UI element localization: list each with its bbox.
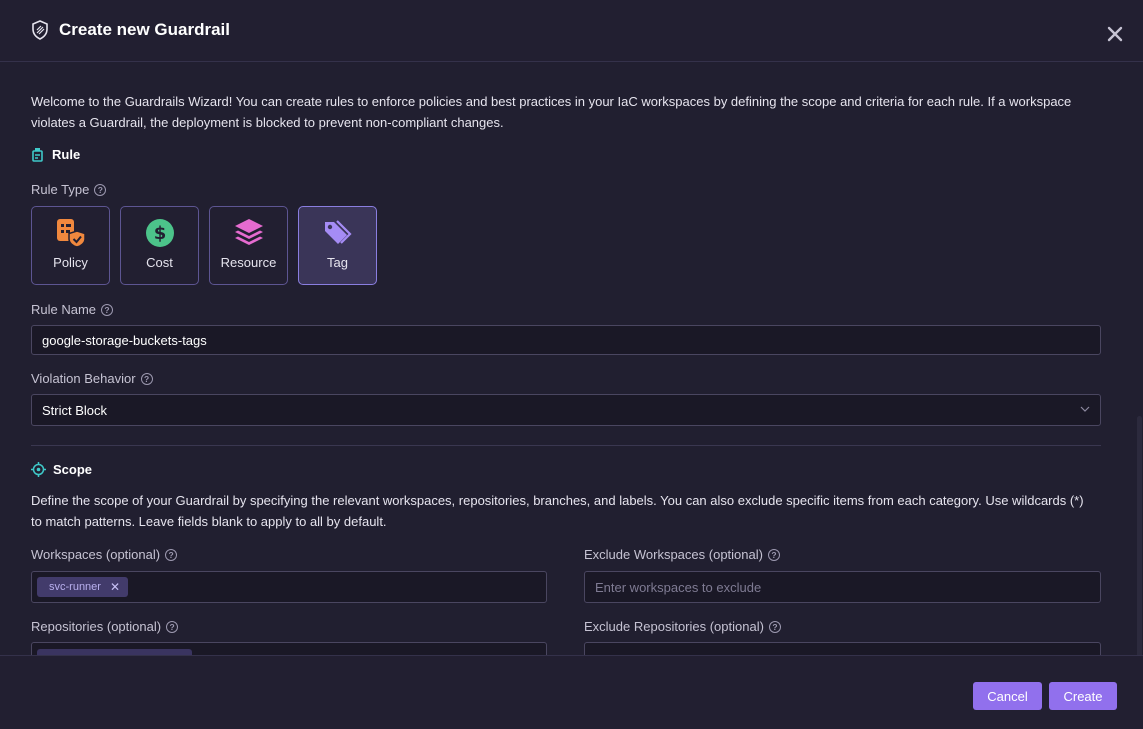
violation-behavior-select[interactable]: Strict Block [31, 394, 1101, 426]
repositories-input[interactable] [31, 642, 547, 655]
help-icon[interactable]: ? [94, 183, 107, 196]
rule-title-text: Rule [52, 147, 81, 162]
exclude-workspaces-label: Exclude Workspaces (optional) ? [584, 547, 780, 562]
violation-behavior-value: Strict Block [42, 402, 108, 418]
rule-type-label-text: Rule Type [31, 182, 90, 197]
workspaces-input[interactable]: svc-runner ✕ [31, 571, 547, 603]
remove-chip-icon[interactable]: ✕ [110, 580, 120, 594]
scrollbar[interactable] [1137, 416, 1142, 655]
help-icon[interactable]: ? [768, 620, 781, 633]
exclude-repositories-input[interactable] [584, 642, 1101, 655]
exclude-workspaces-input[interactable]: Enter workspaces to exclude [584, 571, 1101, 603]
rule-section-title: Rule [31, 147, 80, 162]
scope-section-title: Scope [31, 462, 92, 477]
exclude-repositories-label-text: Exclude Repositories (optional) [584, 619, 764, 634]
help-icon[interactable]: ? [140, 372, 153, 385]
shield-icon [32, 20, 48, 40]
help-icon[interactable]: ? [767, 548, 780, 561]
dialog-title: Create new Guardrail [59, 20, 231, 39]
close-icon[interactable] [1106, 25, 1124, 43]
dollar-icon: $ [146, 219, 174, 247]
dialog-footer: Cancel Create [0, 655, 1143, 729]
rule-name-label: Rule Name ? [31, 302, 114, 317]
chevron-down-icon [1080, 406, 1090, 412]
rule-icon [32, 148, 43, 162]
workspaces-label-text: Workspaces (optional) [31, 547, 161, 562]
tag-icon [325, 220, 352, 244]
rule-type-label: Resource [220, 255, 277, 270]
exclude-workspaces-label-text: Exclude Workspaces (optional) [584, 547, 763, 562]
scope-title-text: Scope [53, 462, 93, 477]
workspace-chip: svc-runner ✕ [37, 577, 129, 597]
target-icon [31, 462, 46, 477]
rule-type-label: Tag [327, 255, 348, 270]
rule-type-label: Policy [53, 255, 88, 270]
rule-name-input[interactable]: google-storage-buckets-tags [31, 325, 1101, 355]
section-divider [31, 445, 1101, 446]
rule-type-tag[interactable]: Tag [298, 206, 377, 285]
violation-behavior-label-text: Violation Behavior [31, 371, 136, 386]
violation-behavior-label: Violation Behavior ? [31, 371, 153, 386]
help-icon[interactable]: ? [101, 303, 114, 316]
help-icon[interactable]: ? [166, 620, 179, 633]
svg-text:$: $ [154, 223, 167, 244]
scope-description: Define the scope of your Guardrail by sp… [31, 493, 1084, 529]
dialog-body[interactable]: Welcome to the Guardrails Wizard! You ca… [0, 63, 1143, 655]
rule-type-resource[interactable]: Resource [209, 206, 288, 285]
chip-label: svc-runner [49, 581, 101, 593]
rule-name-label-text: Rule Name [31, 302, 97, 317]
policy-icon [57, 219, 86, 248]
dialog-header: Create new Guardrail [0, 0, 1143, 62]
workspaces-label: Workspaces (optional) ? [31, 547, 178, 562]
rule-type-label: Rule Type ? [31, 182, 107, 197]
rule-type-policy[interactable]: Policy [31, 206, 110, 285]
cancel-button[interactable]: Cancel [973, 682, 1042, 710]
create-button[interactable]: Create [1049, 682, 1117, 710]
rule-type-label: Cost [146, 255, 173, 270]
intro-text: Welcome to the Guardrails Wizard! You ca… [31, 94, 1072, 130]
help-icon[interactable]: ? [165, 548, 178, 561]
layers-icon [235, 219, 263, 245]
repositories-label: Repositories (optional) ? [31, 619, 179, 634]
rule-type-cost[interactable]: $ Cost [120, 206, 199, 285]
repositories-label-text: Repositories (optional) [31, 619, 162, 634]
exclude-repositories-label: Exclude Repositories (optional) ? [584, 619, 781, 634]
